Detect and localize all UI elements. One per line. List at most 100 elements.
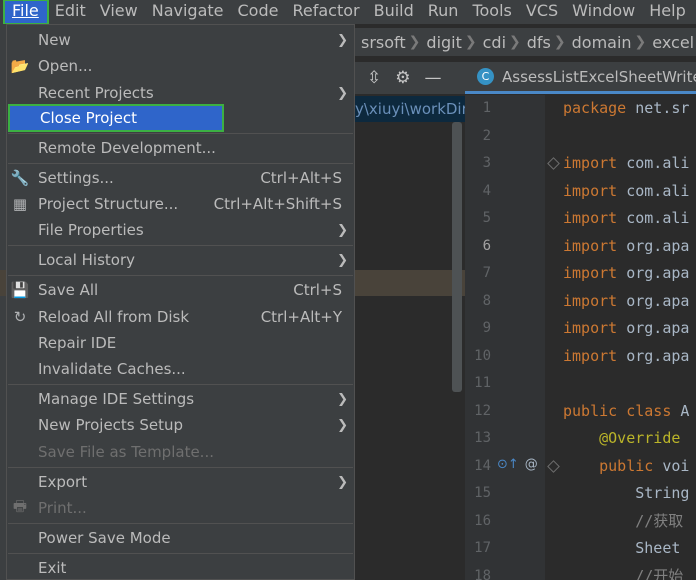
line-number: 2 xyxy=(482,127,491,144)
menu-file[interactable]: File xyxy=(3,0,49,25)
menu-tools[interactable]: Tools xyxy=(465,0,518,24)
code-rest: voi xyxy=(662,456,690,475)
code-line[interactable]: 12 public class A xyxy=(465,398,696,425)
menu-edit[interactable]: Edit xyxy=(48,0,93,24)
menu-item-open[interactable]: 📂 Open... xyxy=(7,53,354,79)
menu-refactor[interactable]: Refactor xyxy=(285,0,366,24)
code-rest: //开始 xyxy=(563,566,684,580)
code-text: String xyxy=(563,480,689,507)
menu-separator xyxy=(8,275,353,276)
gear-icon[interactable]: ⚙ xyxy=(395,68,410,88)
editor-tab-title[interactable]: AssessListExcelSheetWrite xyxy=(502,68,696,86)
line-number: 7 xyxy=(482,265,491,281)
menu-item-label: Open... xyxy=(38,57,93,75)
chevron-right-icon: ❯ xyxy=(337,32,348,48)
menu-item-project-structure[interactable]: ▦ Project Structure... Ctrl+Alt+Shift+S xyxy=(7,191,354,217)
menu-item-label: Manage IDE Settings xyxy=(38,390,195,408)
code-text: //开始 xyxy=(563,563,683,580)
code-line[interactable]: 11 xyxy=(465,370,696,397)
fold-icon[interactable] xyxy=(547,459,560,473)
code-line[interactable]: 18 //开始 xyxy=(465,563,696,580)
menu-item-export[interactable]: Export ❯ xyxy=(7,469,354,495)
menu-item-manage-ide-settings[interactable]: Manage IDE Settings ❯ xyxy=(7,386,354,412)
crumb-dfs[interactable]: dfs xyxy=(521,33,554,52)
crumb-digit[interactable]: digit xyxy=(420,33,464,52)
code-line[interactable]: 6 import org.apa xyxy=(465,233,696,260)
code-keyword: import xyxy=(563,236,627,255)
menu-item-recent-projects[interactable]: Recent Projects ❯ xyxy=(7,80,354,106)
code-text: import com.ali xyxy=(563,205,689,232)
implements-icon[interactable]: ⊙↑ xyxy=(497,457,519,472)
menu-run[interactable]: Run xyxy=(421,0,466,24)
menu-item-label: Save File as Template... xyxy=(38,443,214,461)
code-line[interactable]: 15 String xyxy=(465,480,696,507)
menu-item-save-all[interactable]: 💾 Save All Ctrl+S xyxy=(7,277,354,303)
menu-item-close-project[interactable]: Close Project xyxy=(8,104,224,132)
crumb-domain[interactable]: domain xyxy=(566,33,635,52)
code-rest: com.ali xyxy=(626,209,690,227)
code-line[interactable]: 17 Sheet xyxy=(465,535,696,562)
code-line[interactable]: 5 import com.ali xyxy=(465,205,696,232)
override-gutter-icon[interactable]: ⊙↑ @ xyxy=(497,457,538,472)
menu-item-label: Invalidate Caches... xyxy=(38,360,186,378)
menu-item-repair-ide[interactable]: Repair IDE xyxy=(7,330,354,356)
menu-item-power-save-mode[interactable]: Power Save Mode xyxy=(7,525,354,551)
menu-view[interactable]: View xyxy=(93,0,145,24)
menu-item-remote-development[interactable]: Remote Development... xyxy=(7,135,354,161)
code-line[interactable]: 4 import com.ali xyxy=(465,178,696,205)
menu-item-reload-all[interactable]: ↻ Reload All from Disk Ctrl+Alt+Y xyxy=(7,304,354,330)
menu-item-new-projects-setup[interactable]: New Projects Setup ❯ xyxy=(7,412,354,438)
code-line[interactable]: 16 //获取 xyxy=(465,508,696,535)
menu-item-local-history[interactable]: Local History ❯ xyxy=(7,247,354,273)
code-line[interactable]: 1 package net.sr xyxy=(465,95,696,122)
menu-navigate[interactable]: Navigate xyxy=(145,0,231,24)
menu-window[interactable]: Window xyxy=(565,0,642,24)
code-rest: A xyxy=(680,401,690,420)
menu-code[interactable]: Code xyxy=(231,0,286,24)
code-line[interactable]: 2 xyxy=(465,123,696,150)
crumb-srsoft[interactable]: srsoft xyxy=(355,33,409,52)
code-keyword: import xyxy=(563,346,627,365)
collapse-all-icon[interactable]: ⇳ xyxy=(367,68,381,88)
fold-icon[interactable] xyxy=(547,157,560,170)
menu-item-file-properties[interactable]: File Properties ❯ xyxy=(7,217,354,243)
minimize-icon[interactable]: — xyxy=(425,68,442,88)
menu-separator xyxy=(8,163,353,164)
code-line[interactable]: 8 import org.apa xyxy=(465,288,696,315)
code-line[interactable]: 14 public voi ⊙↑ @ xyxy=(465,453,696,480)
menu-item-label: Export xyxy=(38,473,88,491)
code-text: Sheet xyxy=(563,535,680,562)
code-rest: org.apa xyxy=(626,291,690,310)
shortcut: Ctrl+S xyxy=(293,281,342,299)
menu-build[interactable]: Build xyxy=(367,0,421,24)
code-text: import com.ali xyxy=(563,178,689,205)
menu-item-exit[interactable]: Exit xyxy=(7,555,354,580)
menu-item-invalidate-caches[interactable]: Invalidate Caches... xyxy=(7,356,354,382)
code-editor[interactable]: 1 package net.sr 2 3 import com.ali 4 import c… xyxy=(465,95,696,580)
line-number: 3 xyxy=(482,155,491,171)
crumb-excel[interactable]: excel xyxy=(646,33,696,52)
code-line[interactable]: 10 import org.apa xyxy=(465,343,696,370)
code-line[interactable]: 7 import org.apa xyxy=(465,260,696,287)
menu-item-label: Exit xyxy=(38,559,67,577)
code-line[interactable]: 13 @Override xyxy=(465,425,696,452)
menu-vcs[interactable]: VCS xyxy=(519,0,565,24)
menu-item-label: File Properties xyxy=(38,221,144,239)
code-keyword: package xyxy=(563,99,636,117)
line-number: 14 xyxy=(474,457,491,474)
code-line[interactable]: 3 import com.ali xyxy=(465,150,696,177)
menu-item-new[interactable]: New ❯ xyxy=(7,27,354,53)
code-text: //获取 xyxy=(563,508,683,535)
menu-help[interactable]: Help xyxy=(642,0,692,24)
printer-icon: 🖶 xyxy=(12,496,28,515)
menu-item-label: Reload All from Disk xyxy=(38,308,190,326)
project-path[interactable]: y\xiuyi\workDir xyxy=(355,96,465,122)
menu-separator xyxy=(8,553,353,554)
crumb-cdi[interactable]: cdi xyxy=(477,33,509,52)
code-text: import org.apa xyxy=(563,315,689,342)
code-text: @Override xyxy=(563,425,680,452)
code-line[interactable]: 9 import org.apa xyxy=(465,315,696,342)
project-scrollbar[interactable] xyxy=(452,122,462,392)
menu-item-settings[interactable]: 🔧 Settings... Ctrl+Alt+S xyxy=(7,165,354,191)
line-number: 12 xyxy=(474,402,491,419)
